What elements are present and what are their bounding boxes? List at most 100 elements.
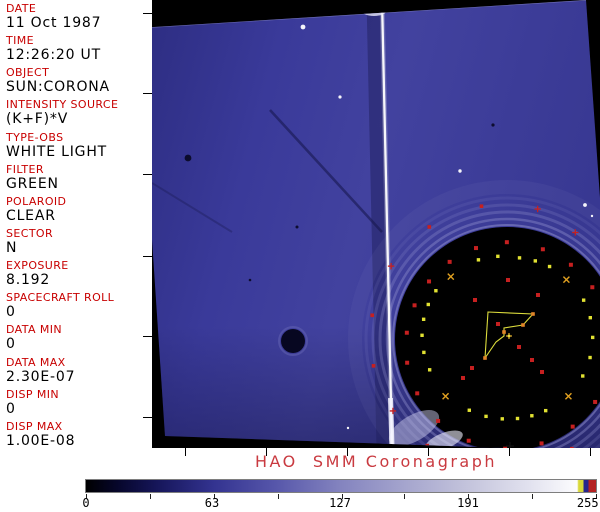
fiducial-dot [547, 264, 552, 269]
image-title: HAO SMM Coronagraph [254, 452, 498, 471]
polygon-node [502, 330, 506, 334]
dark-speck [491, 123, 495, 127]
fiducial-dot [539, 441, 544, 446]
fiducial-dot [581, 298, 586, 302]
field-value: 12:26:20 UT [6, 47, 101, 64]
field-label: POLAROID [6, 194, 67, 208]
fiducial-dot [467, 408, 471, 412]
axis-tick-left [143, 256, 152, 257]
metadata-field: SPACECRAFT ROLL 0 [6, 291, 152, 323]
colorbar-tick [404, 494, 405, 499]
sidebar-fields: DATE 11 Oct 1987 TIME 12:26:20 UT OBJECT SUN:… [6, 2, 152, 452]
star-speck [590, 214, 594, 218]
fiducial-dot [496, 254, 500, 259]
star-speck [583, 203, 587, 207]
field-label: DISP MAX [6, 419, 63, 433]
star-speck [300, 24, 306, 30]
smm-coronagraph-viewer: DATE 11 Oct 1987 TIME 12:26:20 UT OBJECT SUN:… [0, 0, 600, 512]
metadata-field: TYPE-OBS WHITE LIGHT [6, 131, 152, 163]
fiducial-dot [425, 443, 430, 448]
polygon-node [531, 312, 535, 316]
fiducial-dot [530, 414, 534, 418]
metadata-field: TIME 12:26:20 UT [6, 34, 152, 66]
star-speck [346, 426, 350, 430]
polygon-node [483, 356, 487, 360]
field-label: EXPOSURE [6, 259, 69, 273]
fiducial-dot [517, 256, 522, 260]
metadata-field: DISP MIN 0 [6, 388, 152, 420]
metadata-field: FILTER GREEN [6, 163, 152, 195]
fiducial-dot [415, 391, 420, 396]
field-label: FILTER [6, 162, 44, 176]
fiducial-dot [476, 258, 481, 262]
dark-speck [184, 154, 192, 162]
axis-tick-left [143, 417, 152, 418]
metadata-field: OBJECT SUN:CORONA [6, 66, 152, 98]
metadata-field: DATE 11 Oct 1987 [6, 2, 152, 34]
field-value: WHITE LIGHT [6, 143, 108, 160]
fiducial-dot [496, 322, 500, 326]
fiducial-dot [420, 333, 424, 338]
fiducial-dot [405, 360, 410, 365]
field-label: TIME [6, 34, 35, 48]
fiducial-dot [484, 414, 488, 419]
polygon-node [521, 323, 525, 327]
coronagraph-image[interactable] [152, 0, 600, 448]
dark-spot [281, 329, 305, 353]
metadata-field: SECTOR N [6, 227, 152, 259]
field-value: 0 [6, 336, 16, 353]
fiducial-dot [434, 289, 438, 293]
fiducial-dot [590, 335, 595, 340]
sidebar: DATE 11 Oct 1987 TIME 12:26:20 UT OBJECT SUN:… [0, 0, 152, 450]
metadata-field: EXPOSURE 8.192 [6, 259, 152, 291]
field-label: INTENSITY SOURCE [6, 98, 119, 112]
fiducial-dot [466, 438, 471, 443]
fiducial-dot [473, 298, 477, 302]
fiducial-dot [593, 399, 598, 404]
fiducial-dot [540, 370, 544, 374]
fiducial-dot [422, 350, 426, 355]
axis-tick-left [143, 336, 152, 337]
fiducial-dot [568, 262, 573, 267]
metadata-field: DATA MAX 2.30E-07 [6, 356, 152, 388]
fiducial-dot [515, 416, 520, 421]
fiducial-dot [404, 330, 409, 335]
colorbar-tick [150, 494, 151, 499]
fiducial-dot [412, 303, 417, 308]
fiducial-dot [371, 364, 376, 368]
axis-tick-left [143, 13, 152, 14]
field-value: N [6, 239, 18, 256]
colorbar-label: 255 [576, 496, 599, 510]
field-value: 0 [6, 400, 16, 417]
axis-tick-left [143, 174, 152, 175]
fiducial-dot [570, 446, 574, 448]
fiducial-dot [427, 279, 432, 284]
metadata-field: INTENSITY SOURCE (K+F)*V [6, 98, 152, 130]
field-value: CLEAR [6, 207, 56, 224]
field-label: DATA MAX [6, 355, 66, 369]
field-value: 11 Oct 1987 [6, 15, 102, 31]
field-label: DATE [6, 2, 37, 15]
metadata-field: POLAROID CLEAR [6, 195, 152, 227]
fiducial-dot [506, 278, 510, 282]
coronagraph-svg [152, 0, 600, 448]
fiducial-dot [581, 374, 585, 378]
axis-tick-left [143, 93, 152, 94]
fiducial-dot [461, 376, 465, 380]
colorbar-label: 0 [82, 496, 90, 510]
fiducial-dot [479, 204, 484, 209]
fiducial-dot [470, 366, 474, 370]
field-label: SECTOR [6, 226, 54, 240]
field-label: TYPE-OBS [6, 130, 64, 144]
field-value: 2.30E-07 [6, 368, 76, 385]
field-value: 1.00E-08 [6, 432, 76, 449]
fiducial-dot [588, 315, 592, 320]
center-mark [507, 334, 511, 338]
star-speck [338, 95, 342, 99]
field-value: 0 [6, 304, 16, 321]
fiducial-dot [436, 418, 441, 423]
dark-speck [295, 225, 299, 229]
fiducial-dot [588, 355, 592, 360]
fiducial-dot [370, 313, 374, 318]
colorbar [85, 479, 597, 493]
